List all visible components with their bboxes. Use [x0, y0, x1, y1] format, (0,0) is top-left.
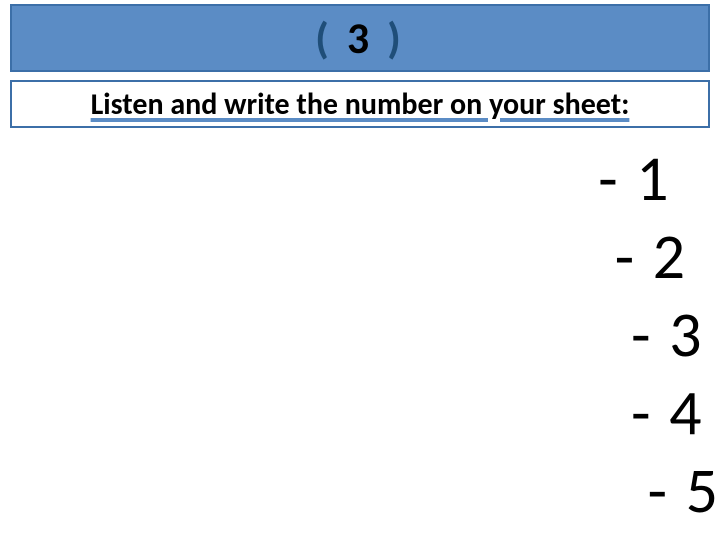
list-item: - 3	[598, 296, 720, 374]
instruction-box: Listen and write the number on your shee…	[10, 80, 710, 128]
list-item: - 2	[598, 218, 720, 296]
instruction-text: Listen and write the number on your shee…	[91, 86, 630, 123]
list-item: - 1	[598, 140, 720, 218]
list-item: - 4	[598, 374, 720, 452]
list-item: - 5	[598, 452, 720, 530]
number-list: - 1 - 2 - 3 - 4 - 5	[598, 140, 720, 530]
header-title: ( 3 )	[315, 11, 405, 65]
close-paren: )	[387, 11, 405, 65]
open-paren: (	[315, 11, 333, 65]
header-box: ( 3 )	[10, 4, 710, 72]
header-number: 3	[333, 11, 387, 65]
